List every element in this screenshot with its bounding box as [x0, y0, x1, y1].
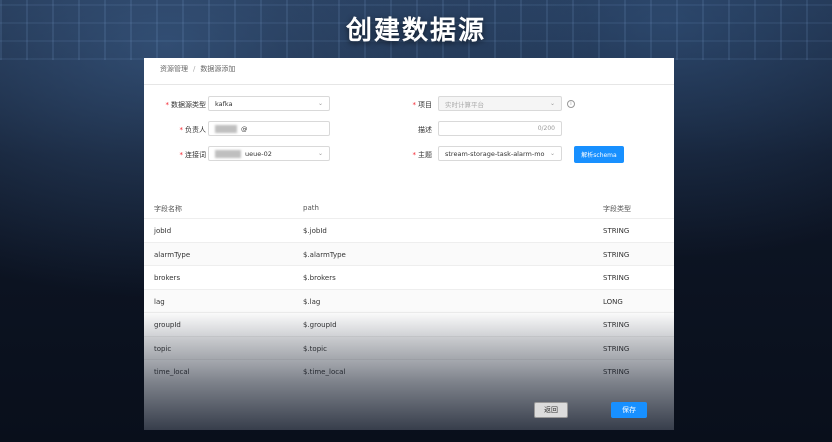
cell-field-type: STRING — [603, 368, 630, 376]
label-topic: * 主题 — [412, 151, 433, 159]
table-row: topic $.topic STRING — [144, 335, 674, 359]
cell-field-name: groupId — [154, 321, 181, 329]
cell-path: $.brokers — [303, 274, 336, 282]
cell-field-type: STRING — [603, 227, 630, 235]
chevron-down-icon: ⌄ — [549, 100, 555, 107]
breadcrumb-item-resource[interactable]: 资源管理 — [160, 64, 188, 74]
cell-path: $.jobId — [303, 227, 327, 235]
cell-field-type: STRING — [603, 274, 630, 282]
label-description: 描述 — [418, 126, 432, 134]
chevron-down-icon: ⌄ — [317, 150, 323, 157]
cell-field-name: time_local — [154, 368, 190, 376]
chevron-down-icon: ⌄ — [547, 150, 555, 157]
breadcrumb-separator: / — [193, 65, 196, 73]
cell-field-type: STRING — [603, 250, 630, 259]
cell-field-name: topic — [154, 344, 172, 353]
datasource-type-select[interactable]: kafka ⌄ — [208, 96, 330, 111]
column-header-field-name: 字段名称 — [154, 205, 182, 213]
table-row: jobId $.jobId STRING — [144, 218, 674, 242]
cell-field-type: STRING — [603, 344, 630, 353]
header-divider — [144, 84, 674, 85]
cell-path: $.alarmType — [303, 250, 346, 259]
form-panel: 资源管理 / 数据源添加 * 数据源类型 kafka ⌄ * 项目 实时计算平台 ⌄… — [144, 58, 674, 430]
cell-field-type: STRING — [603, 321, 630, 329]
cell-field-name: alarmType — [154, 250, 191, 259]
column-header-field-type: 字段类型 — [603, 205, 631, 213]
save-button[interactable]: 保存 — [611, 402, 647, 418]
breadcrumb-item-add: 数据源添加 — [200, 65, 236, 73]
cell-path: $.topic — [303, 344, 327, 353]
redacted-text — [215, 149, 241, 158]
chevron-down-icon: ⌄ — [317, 100, 323, 107]
table-row: alarmType $.alarmType STRING — [144, 241, 674, 265]
cell-field-name: jobId — [154, 227, 172, 235]
table-header: 字段名称 path 字段类型 — [144, 198, 674, 218]
redacted-text — [215, 124, 237, 133]
column-header-path: path — [303, 204, 319, 212]
cell-field-name: lag — [154, 297, 165, 306]
label-datasource-type: * 数据源类型 — [165, 101, 207, 109]
back-button[interactable]: 返回 — [534, 402, 568, 418]
parse-schema-button[interactable]: 解析schema — [574, 146, 624, 163]
owner-input[interactable]: @ — [208, 121, 330, 136]
cell-field-type: LONG — [603, 297, 623, 306]
project-select[interactable]: 实时计算平台 ⌄ — [438, 96, 562, 111]
table-row: lag $.lag LONG — [144, 288, 674, 312]
label-owner: * 负责人 — [179, 126, 207, 134]
table-row: time_local $.time_local STRING — [144, 359, 674, 383]
info-icon[interactable]: i — [567, 100, 575, 108]
banner-title: 创建数据源 — [345, 16, 486, 46]
topic-select[interactable]: stream-storage-task-alarm-mo ⌄ — [438, 146, 562, 161]
label-project: * 项目 — [412, 101, 433, 109]
cell-path: $.groupId — [303, 321, 337, 329]
description-input[interactable]: 0/200 — [438, 121, 562, 136]
table-row: brokers $.brokers STRING — [144, 265, 674, 289]
cell-field-name: brokers — [154, 274, 181, 282]
table-row: groupId $.groupId STRING — [144, 312, 674, 336]
label-connection: * 连接词 — [179, 151, 207, 159]
char-counter: 0/200 — [537, 125, 555, 132]
connection-select[interactable]: ueue-02 ⌄ — [208, 146, 330, 161]
cell-path: $.time_local — [303, 368, 346, 376]
breadcrumb: 资源管理 / 数据源添加 — [160, 64, 235, 74]
cell-path: $.lag — [303, 297, 321, 306]
